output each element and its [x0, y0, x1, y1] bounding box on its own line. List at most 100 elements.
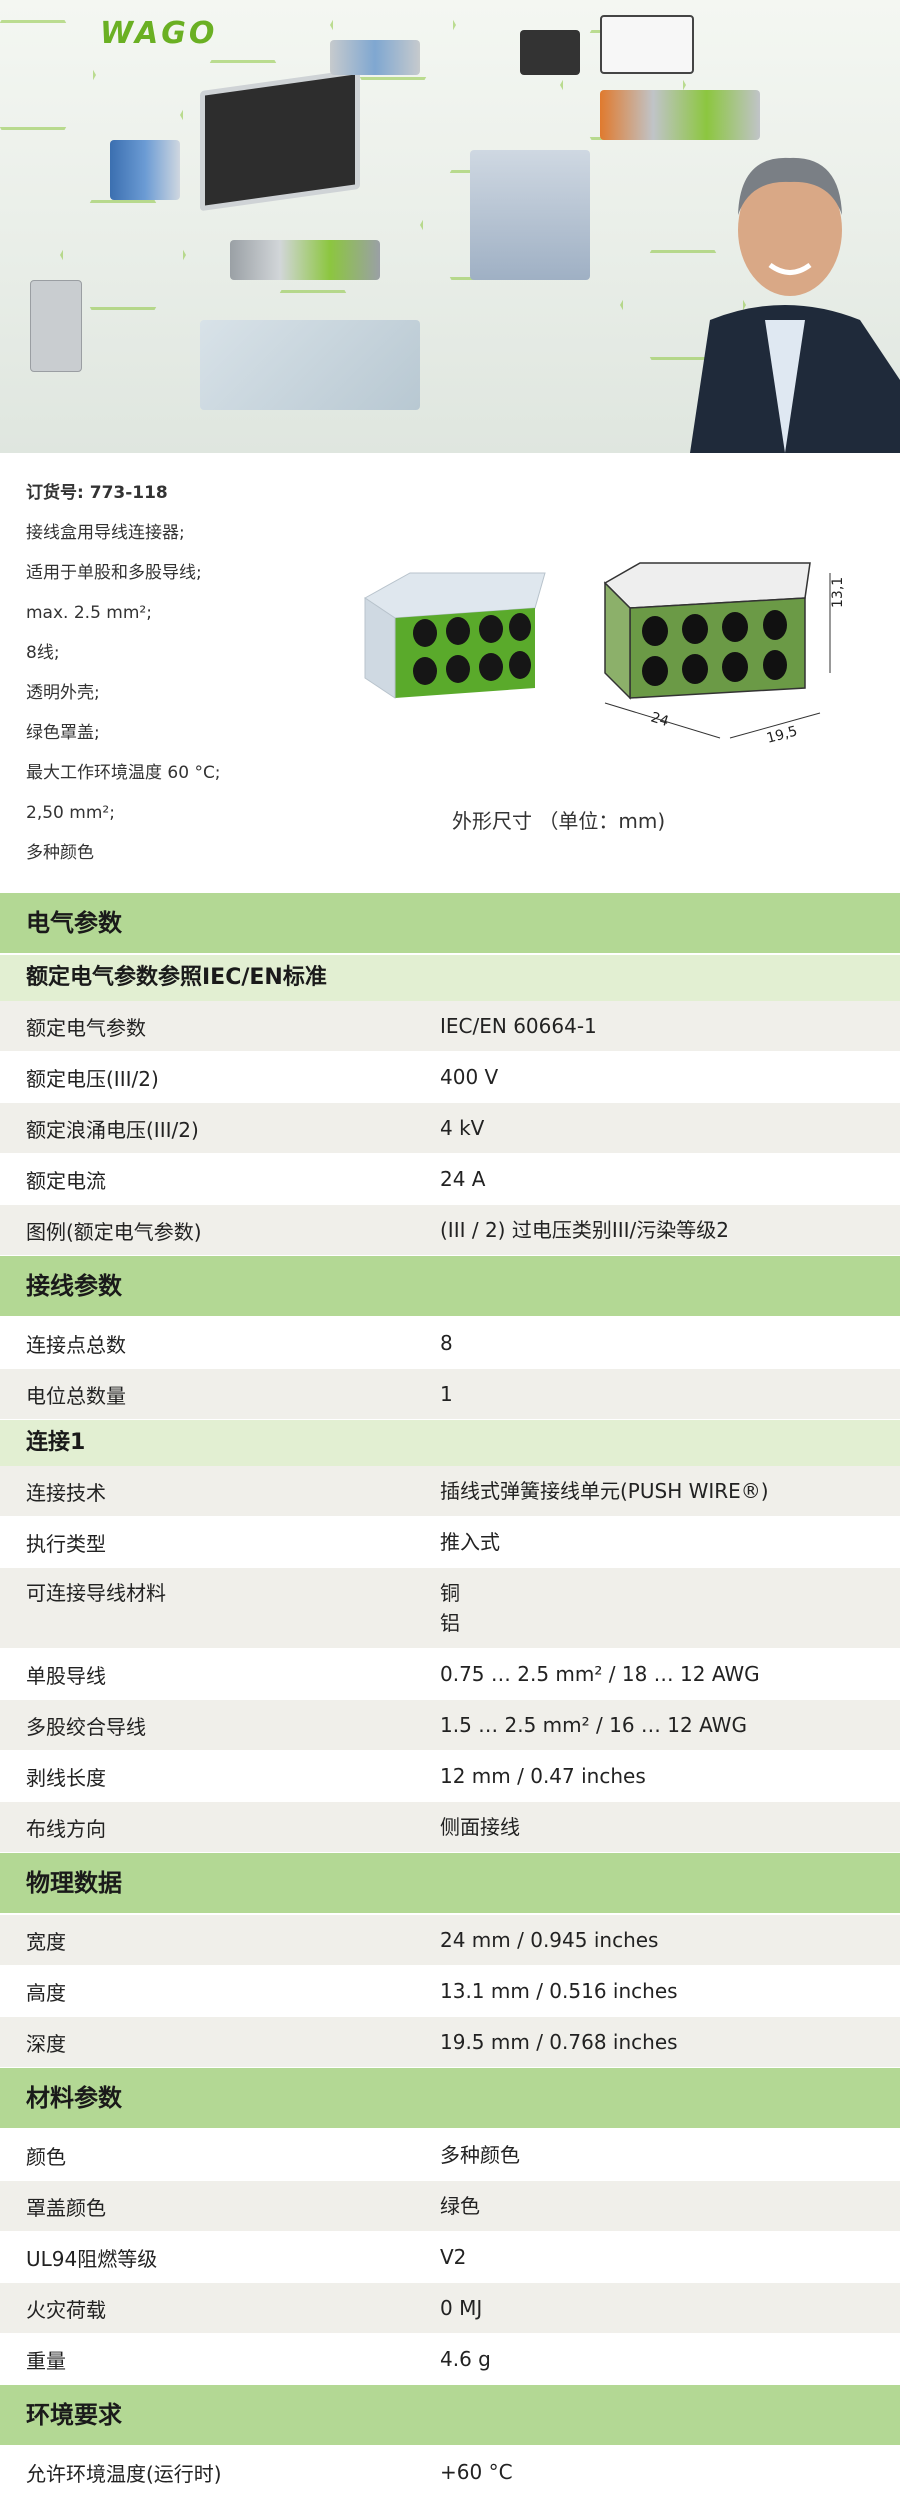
businessman-image — [690, 157, 900, 453]
row-key: 电位总数量 — [26, 1383, 126, 1408]
row-value: 4 kV — [440, 1116, 485, 1140]
row-key: 罩盖颜色 — [26, 2195, 106, 2220]
device-image — [520, 30, 580, 75]
table-row: 高度 13.1 mm / 0.516 inches — [0, 1966, 900, 2017]
row-key: 深度 — [26, 2031, 66, 2056]
row-key: 剥线长度 — [26, 1765, 106, 1790]
dimension-label: 24 — [649, 710, 671, 731]
row-key: 布线方向 — [26, 1816, 106, 1841]
row-value-line: 铜 — [440, 1581, 460, 1605]
row-value: V2 — [440, 2245, 467, 2269]
row-key: 宽度 — [26, 1929, 66, 1954]
row-value: 插线式弹簧接线单元(PUSH WIRE®) — [440, 1479, 769, 1503]
summary-line: 2,50 mm²; — [26, 803, 115, 823]
summary-line: max. 2.5 mm²; — [26, 603, 152, 623]
row-key: 可连接导线材料 — [26, 1581, 166, 1605]
summary-line: 透明外壳; — [26, 683, 100, 703]
city-buildings-image — [470, 150, 590, 280]
table-row: 罩盖颜色 绿色 — [0, 2181, 900, 2232]
row-key: 额定电压(III/2) — [26, 1066, 159, 1091]
section-header-electrical: 电气参数 — [0, 893, 900, 955]
subsection-header-rated: 额定电气参数参照IEC/EN标准 — [0, 955, 900, 1001]
row-key: 连接点总数 — [26, 1332, 126, 1357]
monitor-image — [600, 15, 694, 74]
row-value: +60 °C — [440, 2460, 513, 2484]
table-row: 电位总数量 1 — [0, 1369, 900, 1420]
row-key: 额定电流 — [26, 1168, 106, 1193]
row-key: 额定浪涌电压(III/2) — [26, 1117, 199, 1142]
table-row: 火灾荷载 0 MJ — [0, 2283, 900, 2334]
row-value: 400 V — [440, 1065, 499, 1089]
connector-photo — [364, 572, 546, 699]
row-value: 1.5 … 2.5 mm² / 16 … 12 AWG — [440, 1713, 747, 1737]
touch-panel-image — [200, 68, 360, 212]
row-value: (III / 2) 过电压类别III/污染等级2 — [440, 1218, 729, 1242]
row-key: UL94阻燃等级 — [26, 2246, 158, 2271]
dimension-label: 13,1 — [830, 577, 846, 608]
row-key: 图例(额定电气参数) — [26, 1219, 202, 1244]
table-row: 连接技术 插线式弹簧接线单元(PUSH WIRE®) — [0, 1466, 900, 1517]
row-key: 连接技术 — [26, 1480, 106, 1505]
row-value: 4.6 g — [440, 2347, 491, 2371]
factory-scene-image — [200, 320, 420, 410]
summary-line: 多种颜色 — [26, 843, 94, 863]
row-value: 0 MJ — [440, 2296, 483, 2320]
row-key: 允许环境温度(运行时) — [26, 2461, 222, 2486]
terminal-block-image — [110, 140, 180, 200]
table-row: UL94阻燃等级 V2 — [0, 2232, 900, 2283]
row-value: 19.5 mm / 0.768 inches — [440, 2030, 678, 2054]
row-value: 铜铝 — [440, 1568, 900, 1648]
table-row: 允许环境温度(运行时) +60 °C — [0, 2447, 900, 2498]
table-row: 执行类型 推入式 — [0, 1517, 900, 1568]
hero-banner: WAGO — [0, 0, 900, 453]
section-header-material: 材料参数 — [0, 2068, 900, 2130]
table-row: 额定电气参数 IEC/EN 60664-1 — [0, 1001, 900, 1052]
table-row: 重量 4.6 g — [0, 2334, 900, 2385]
dimension-caption: 外形尺寸 （单位：mm) — [452, 809, 666, 833]
row-value-line: 铝 — [440, 1611, 460, 1635]
table-row: 连接点总数 8 — [0, 1318, 900, 1369]
wago-logo: WAGO — [100, 16, 218, 51]
summary-line: 接线盒用导线连接器; — [26, 523, 185, 543]
table-row: 可连接导线材料 铜铝 — [0, 1568, 900, 1649]
table-row: 额定电压(III/2) 400 V — [0, 1052, 900, 1103]
din-rail-image — [230, 240, 380, 280]
table-row: 额定浪涌电压(III/2) 4 kV — [0, 1103, 900, 1154]
section-header-wiring: 接线参数 — [0, 1256, 900, 1318]
row-value: 8 — [440, 1331, 453, 1355]
row-key: 单股导线 — [26, 1663, 106, 1688]
summary-line: 最大工作环境温度 60 °C; — [26, 763, 221, 783]
row-value: 绿色 — [440, 2194, 480, 2218]
row-value: 侧面接线 — [440, 1815, 520, 1839]
row-value: 24 mm / 0.945 inches — [440, 1928, 659, 1952]
row-key: 高度 — [26, 1980, 66, 2005]
row-value: 多种颜色 — [440, 2143, 520, 2167]
row-key: 火灾荷载 — [26, 2297, 106, 2322]
row-value: 1 — [440, 1382, 453, 1406]
row-value: 13.1 mm / 0.516 inches — [440, 1979, 678, 2003]
product-info: 订货号: 773-118 接线盒用导线连接器; 适用于单股和多股导线; max.… — [0, 453, 900, 893]
table-row: 宽度 24 mm / 0.945 inches — [0, 1915, 900, 1966]
table-row: 剥线长度 12 mm / 0.47 inches — [0, 1751, 900, 1802]
summary-line: 适用于单股和多股导线; — [26, 563, 202, 583]
row-value: IEC/EN 60664-1 — [440, 1014, 597, 1038]
spec-table: 电气参数 额定电气参数参照IEC/EN标准 额定电气参数 IEC/EN 60664… — [0, 893, 900, 2498]
module-image — [330, 40, 420, 75]
row-value: 0.75 … 2.5 mm² / 18 … 12 AWG — [440, 1662, 760, 1686]
row-key: 执行类型 — [26, 1531, 106, 1556]
table-row: 多股绞合导线 1.5 … 2.5 mm² / 16 … 12 AWG — [0, 1700, 900, 1751]
row-key: 多股绞合导线 — [26, 1714, 146, 1739]
table-row: 颜色 多种颜色 — [0, 2130, 900, 2181]
section-header-physical: 物理数据 — [0, 1853, 900, 1915]
table-row: 单股导线 0.75 … 2.5 mm² / 18 … 12 AWG — [0, 1649, 900, 1700]
row-key: 颜色 — [26, 2144, 66, 2169]
table-row: 布线方向 侧面接线 — [0, 1802, 900, 1853]
subsection-header-connection: 连接1 — [0, 1420, 900, 1466]
product-summary: 订货号: 773-118 接线盒用导线连接器; 适用于单股和多股导线; max.… — [26, 473, 326, 873]
connector-illustrations: 24 19,5 13,1 — [364, 562, 846, 747]
hex-decoration — [0, 20, 96, 130]
table-row: 深度 19.5 mm / 0.768 inches — [0, 2017, 900, 2068]
table-row: 图例(额定电气参数) (III / 2) 过电压类别III/污染等级2 — [0, 1205, 900, 1256]
row-value: 24 A — [440, 1167, 486, 1191]
row-value: 推入式 — [440, 1530, 500, 1554]
